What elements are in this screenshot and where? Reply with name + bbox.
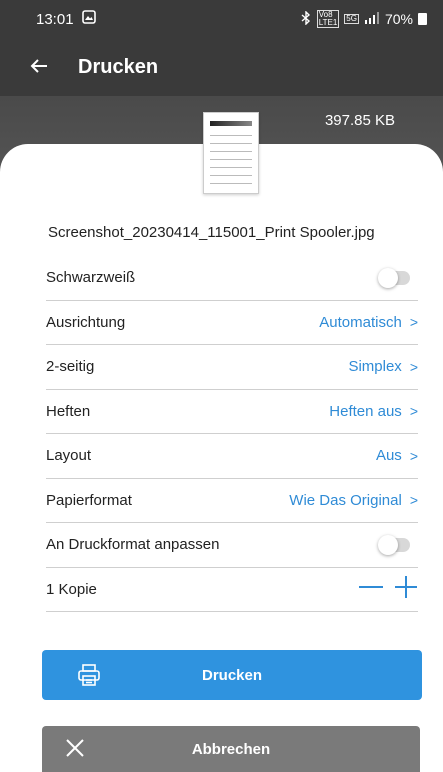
setting-fit-to-page[interactable]: An Druckformat anpassen [46, 523, 418, 568]
gallery-notification-icon [81, 10, 96, 28]
setting-label: Papierformat [46, 491, 132, 509]
printer-icon [62, 663, 116, 687]
print-button[interactable]: Drucken [42, 650, 422, 700]
setting-label: Layout [46, 447, 92, 465]
chevron-right-icon: > [409, 403, 418, 420]
app-bar: Drucken [0, 38, 443, 96]
battery-icon [418, 13, 427, 25]
network-badge: Vo8 LTE1 [316, 10, 340, 28]
fit-to-page-toggle[interactable] [378, 534, 410, 555]
setting-copies: 1 Kopie [46, 568, 418, 612]
setting-staple[interactable]: Heften Heften aus > [46, 390, 418, 434]
print-settings-list: Schwarzweiß Ausrichtung Automatisch > 2-s… [46, 256, 418, 612]
setting-value: Aus [375, 447, 402, 465]
battery-percentage: 70% [384, 11, 413, 27]
blackwhite-toggle[interactable] [378, 267, 410, 288]
chevron-right-icon: > [409, 492, 418, 509]
minus-icon[interactable] [358, 574, 384, 604]
setting-value: Automatisch [319, 313, 402, 331]
setting-value: Wie Das Original [289, 491, 402, 509]
status-bar: 13:01 Vo8 LTE1 5G 70% [0, 0, 443, 38]
file-size: 397.85 KB [324, 112, 395, 129]
setting-label: Ausrichtung [46, 313, 126, 331]
copies-label: 1 Kopie [46, 580, 97, 598]
chevron-right-icon: > [409, 314, 418, 331]
arrow-left-icon[interactable] [30, 53, 60, 81]
chevron-right-icon: > [409, 447, 418, 464]
setting-orientation[interactable]: Ausrichtung Automatisch > [46, 301, 418, 345]
document-thumbnail [203, 112, 259, 194]
setting-blackwhite[interactable]: Schwarzweiß [46, 256, 418, 301]
setting-label: 2-seitig [46, 358, 95, 376]
bluetooth-icon [300, 9, 312, 28]
cancel-button[interactable]: Abbrechen [42, 726, 420, 772]
setting-label: Heften [46, 402, 91, 420]
cancel-button-label: Abbrechen [191, 740, 271, 758]
setting-value: Heften aus [329, 402, 402, 420]
plus-icon[interactable] [394, 575, 418, 603]
signal-type-badge: 5G [344, 14, 359, 24]
page-title: Drucken [78, 55, 159, 78]
setting-label: Schwarzweiß [46, 269, 136, 287]
setting-duplex[interactable]: 2-seitig Simplex > [46, 345, 418, 390]
chevron-right-icon: > [409, 358, 418, 375]
setting-paper-size[interactable]: Papierformat Wie Das Original > [46, 479, 418, 523]
close-icon [48, 734, 102, 765]
setting-label: An Druckformat anpassen [46, 536, 220, 554]
file-name: Screenshot_20230414_115001_Print Spooler… [48, 224, 375, 241]
setting-value: Simplex [348, 358, 402, 376]
print-button-label: Drucken [201, 666, 263, 684]
status-time: 13:01 [36, 10, 74, 28]
signal-icon [364, 11, 380, 27]
setting-layout[interactable]: Layout Aus > [46, 434, 418, 479]
